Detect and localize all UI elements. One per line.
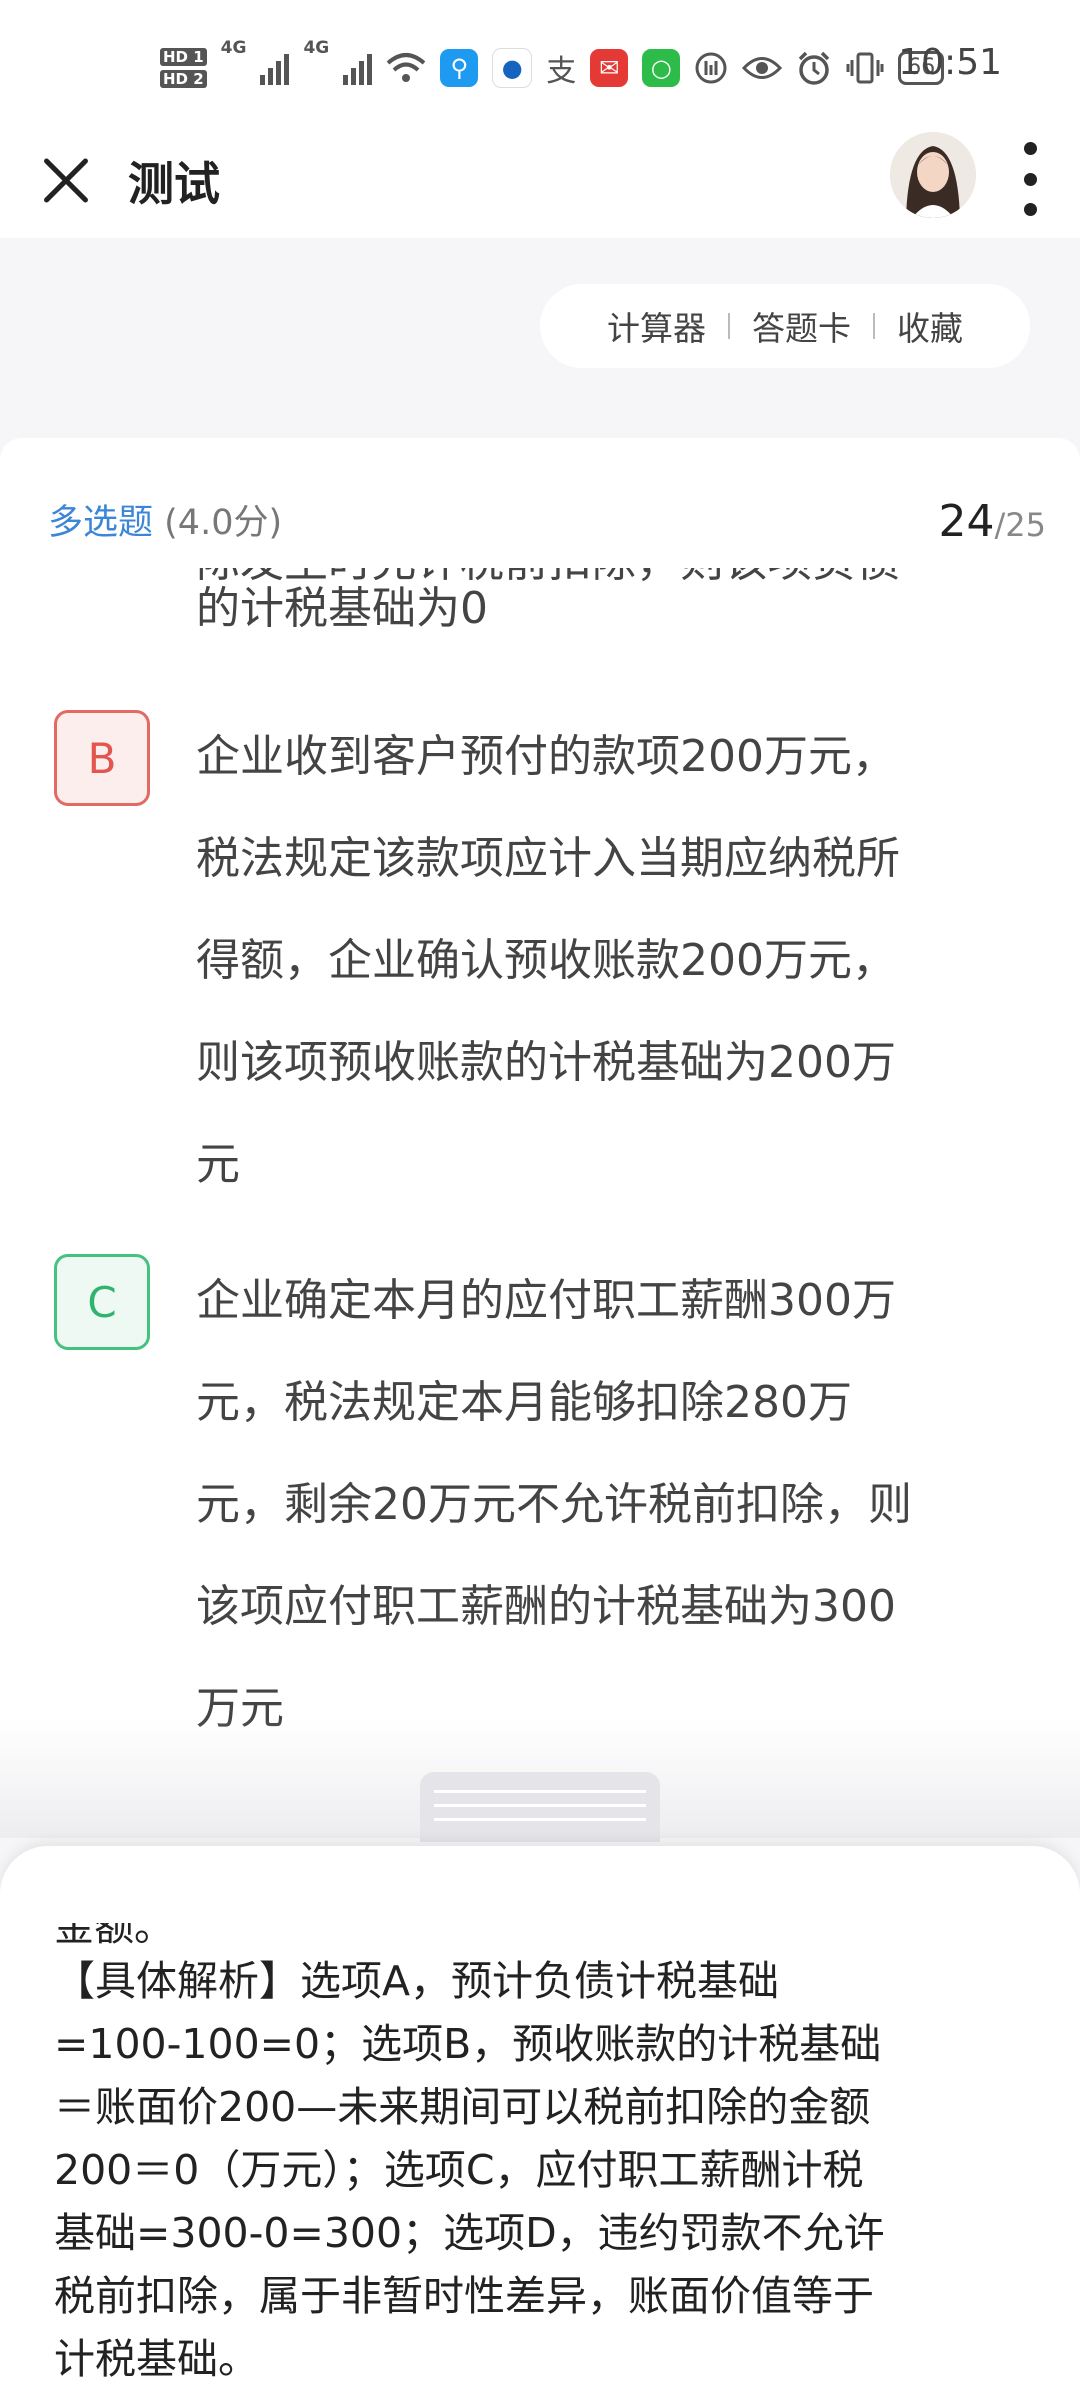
analysis-line: 【具体解析】选项A，预计负债计税基础 bbox=[54, 1957, 780, 2005]
option-b-text[interactable]: 企业收到客户预付的款项200万元， 税法规定该款项应计入当期应纳税所 得额，企业… bbox=[196, 706, 1036, 1216]
option-line: 则该项预收账款的计税基础为200万 bbox=[196, 1037, 896, 1088]
bank-app-icon: ● bbox=[492, 48, 533, 88]
chat-app-icon: ○ bbox=[642, 49, 681, 87]
alipay-icon: 支 bbox=[546, 54, 577, 89]
status-bar: HD 1 HD 2 4G 4G ⚲ ● 支 ✉ ○ 66 10:51 bbox=[0, 0, 1080, 130]
hd2-label: HD 2 bbox=[160, 70, 207, 88]
status-icons: HD 1 HD 2 4G 4G ⚲ ● 支 ✉ ○ 66 bbox=[160, 38, 945, 98]
signal-icon bbox=[260, 51, 290, 85]
more-vertical-icon[interactable] bbox=[1018, 142, 1042, 216]
option-line: 企业收到客户预付的款项200万元， bbox=[196, 731, 896, 782]
option-line: 税法规定该款项应计入当期应纳税所 bbox=[196, 833, 900, 884]
calculator-button[interactable]: 计算器 bbox=[585, 302, 728, 350]
favorite-button[interactable]: 收藏 bbox=[875, 302, 985, 350]
hd-indicator: HD 1 HD 2 bbox=[160, 46, 207, 90]
status-time: 10:51 bbox=[898, 42, 1002, 83]
question-toolbar: 计算器 答题卡 收藏 bbox=[540, 284, 1030, 368]
question-card: 多选题 (4.0分) 24/25 际发生时允许税前扣除，则该项负债 的计税基础为… bbox=[0, 438, 1080, 1838]
option-b-badge[interactable]: B bbox=[54, 710, 150, 806]
analysis-sheet[interactable]: 金额。 【具体解析】选项A，预计负债计税基础 =100-100=0；选项B，预收… bbox=[0, 1846, 1080, 2400]
option-c-badge[interactable]: C bbox=[54, 1254, 150, 1350]
analysis-cut-line: 金额。 bbox=[54, 1904, 174, 1950]
signal-icon-2 bbox=[343, 51, 373, 85]
option-a-tail-line: 的计税基础为0 bbox=[196, 583, 488, 634]
app-header: 测试 bbox=[0, 130, 1080, 238]
option-line: 元，税法规定本月能够扣除280万 bbox=[196, 1377, 852, 1428]
close-icon[interactable] bbox=[34, 148, 98, 212]
data-saver-icon bbox=[695, 52, 727, 84]
option-a-text[interactable]: 的计税基础为0 bbox=[196, 568, 1036, 660]
option-line: 企业确定本月的应付职工薪酬300万 bbox=[196, 1275, 896, 1326]
analysis-line: =100-100=0；选项B，预收账款的计税基础 bbox=[54, 2020, 882, 2068]
analysis-text: 【具体解析】选项A，预计负债计税基础 =100-100=0；选项B，预收账款的计… bbox=[54, 1950, 1054, 2391]
analysis-line: 200＝0（万元）；选项C，应付职工薪酬计税 bbox=[54, 2146, 864, 2194]
current-question-number: 24 bbox=[938, 496, 995, 547]
mail-app-icon: ✉ bbox=[590, 49, 629, 87]
search-app-icon: ⚲ bbox=[440, 49, 479, 87]
options-scroll-area[interactable]: 际发生时允许税前扣除，则该项负债 的计税基础为0 B 企业收到客户预付的款项20… bbox=[0, 568, 1080, 1838]
avatar-image bbox=[890, 132, 976, 218]
option-line: 元 bbox=[196, 1139, 240, 1190]
question-type: 多选题 (4.0分) bbox=[48, 494, 282, 545]
wifi-icon bbox=[386, 53, 426, 82]
total-questions: /25 bbox=[994, 506, 1047, 544]
analysis-line: ＝账面价200—未来期间可以税前扣除的金额 bbox=[54, 2083, 871, 2131]
eye-icon bbox=[742, 57, 783, 79]
question-progress: 24/25 bbox=[939, 496, 1047, 547]
analysis-line: 基础=300-0=300；选项D，违约罚款不允许 bbox=[54, 2209, 885, 2257]
question-type-label: 多选题 bbox=[48, 503, 154, 543]
vibrate-icon bbox=[846, 52, 884, 84]
analysis-line: 税前扣除，属于非暂时性差异，账面价值等于 bbox=[54, 2272, 874, 2320]
answer-sheet-button[interactable]: 答题卡 bbox=[730, 302, 873, 350]
analysis-line: 计税基础。 bbox=[54, 2335, 259, 2383]
option-line: 得额，企业确认预收账款200万元， bbox=[196, 935, 896, 986]
question-score: (4.0分) bbox=[164, 503, 283, 543]
sheet-drag-handle[interactable] bbox=[420, 1772, 660, 1842]
option-line: 元，剩余20万元不允许税前扣除，则 bbox=[196, 1479, 912, 1530]
option-c-text[interactable]: 企业确定本月的应付职工薪酬300万 元，税法规定本月能够扣除280万 元，剩余2… bbox=[196, 1250, 1036, 1760]
network-type-2: 4G bbox=[303, 38, 330, 58]
alarm-icon bbox=[799, 51, 830, 85]
avatar[interactable] bbox=[890, 132, 976, 218]
hd1-label: HD 1 bbox=[160, 48, 207, 66]
page-title: 测试 bbox=[128, 157, 220, 211]
network-type-1: 4G bbox=[220, 38, 247, 58]
option-line: 该项应付职工薪酬的计税基础为300 bbox=[196, 1581, 896, 1632]
